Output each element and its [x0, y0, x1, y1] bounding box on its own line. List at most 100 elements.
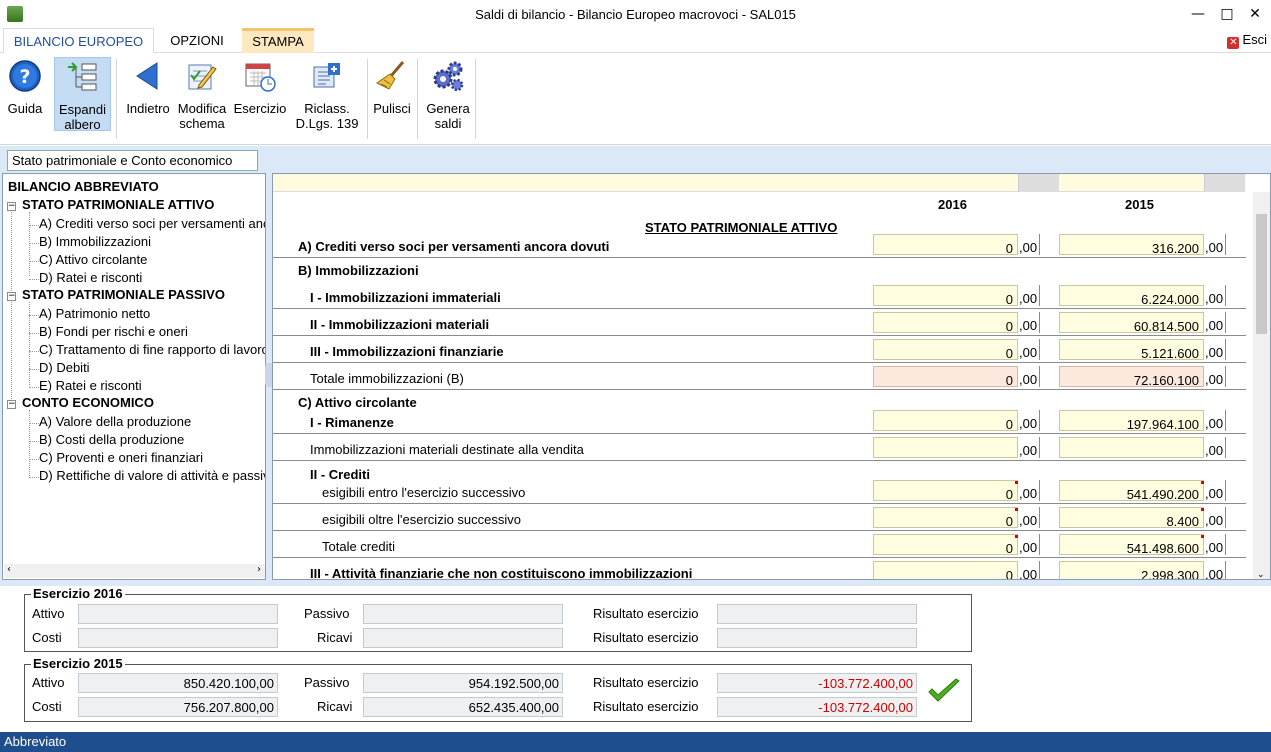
passivo-field: 954.192.500,00	[363, 673, 563, 693]
value-2016-cell[interactable]: 0	[873, 561, 1018, 579]
close-button[interactable]: ✕	[1240, 2, 1270, 26]
costi-label: Costi	[32, 699, 62, 714]
tree-expander[interactable]: −	[7, 400, 16, 409]
year-2016-header: 2016	[938, 197, 967, 212]
passivo-label: Passivo	[304, 606, 350, 621]
value-2015-cell[interactable]: 8.400	[1059, 507, 1204, 529]
row-label: esigibili oltre l'esercizio successivo	[322, 512, 521, 527]
maximize-button[interactable]: □	[1212, 2, 1242, 26]
tree-item[interactable]: D) Rettifiche di valore di attività e pa…	[39, 468, 265, 483]
value-2016-cell[interactable]: 0	[873, 410, 1018, 432]
tree-item[interactable]: A) Crediti verso soci per versamenti anc…	[39, 216, 265, 231]
attivo-label: Attivo	[32, 675, 65, 690]
tree-item[interactable]: C) Proventi e oneri finanziari	[39, 450, 203, 465]
decimal-cell: ,00	[1018, 234, 1040, 255]
tree-root[interactable]: BILANCIO ABBREVIATO	[8, 179, 159, 194]
value-2015-cell[interactable]: 541.490.200	[1059, 480, 1204, 502]
ricavi-field	[363, 628, 563, 648]
broom-icon	[376, 61, 405, 90]
value-2016-cell[interactable]: 0	[873, 480, 1018, 502]
tree-item[interactable]: D) Debiti	[39, 360, 90, 375]
value-2015-cell[interactable]: 2.998.300	[1059, 561, 1204, 579]
decimal-cell: ,00	[1018, 561, 1040, 579]
tree-item[interactable]: B) Costi della produzione	[39, 432, 184, 447]
value-2016-cell[interactable]: 0	[873, 234, 1018, 256]
value-2015-cell[interactable]	[1059, 437, 1204, 458]
tree-expander[interactable]: −	[7, 202, 16, 211]
tab-stampa[interactable]: STAMPA	[242, 28, 314, 53]
value-2015-cell[interactable]: 316.200	[1059, 234, 1204, 256]
pulisci-label: Pulisci	[373, 101, 411, 116]
riclass-button[interactable]: Riclass. D.Lgs. 139	[292, 57, 362, 131]
row-label: II - Crediti	[310, 467, 370, 482]
row-divider	[273, 389, 1246, 390]
value-2015-cell[interactable]: 541.498.600	[1059, 534, 1204, 556]
modifica-schema-button[interactable]: Modifica schema	[175, 57, 229, 131]
indietro-button[interactable]: Indietro	[121, 57, 175, 116]
attivo-label: Attivo	[32, 606, 65, 621]
genera-saldi-button[interactable]: Genera saldi	[423, 57, 473, 131]
tree-group-conto-economico[interactable]: CONTO ECONOMICO	[22, 395, 154, 410]
scroll-left-icon[interactable]: ‹	[7, 564, 11, 575]
tree-expander[interactable]: −	[7, 292, 16, 301]
scrollbar-thumb[interactable]	[1256, 214, 1267, 334]
espandi-albero-button[interactable]: Espandi albero	[54, 57, 111, 132]
row-label: I - Rimanenze	[310, 415, 394, 430]
guida-button[interactable]: ? Guida	[3, 57, 47, 116]
tab-bilancio-europeo[interactable]: BILANCIO EUROPEO	[3, 28, 154, 54]
value-2015-cell[interactable]: 6.224.000	[1059, 285, 1204, 307]
svg-text:?: ?	[19, 66, 30, 88]
value-2016-cell[interactable]: 0	[873, 507, 1018, 529]
tab-stato-patrimoniale[interactable]: Stato patrimoniale e Conto economico	[7, 150, 258, 171]
tree-group-passivo[interactable]: STATO PATRIMONIALE PASSIVO	[22, 287, 225, 302]
tree-item[interactable]: A) Valore della produzione	[39, 414, 191, 429]
tree-item[interactable]: C) Attivo circolante	[39, 252, 147, 267]
value-2015-cell[interactable]: 197.964.100	[1059, 410, 1204, 432]
value-2015-cell[interactable]: 5.121.600	[1059, 339, 1204, 361]
row-label: II - Immobilizzazioni materiali	[310, 317, 490, 332]
row-label: Totale crediti	[322, 539, 395, 554]
row-divider	[273, 460, 1246, 461]
decimal-cell: ,00	[1018, 285, 1040, 306]
balance-grid: 2016 2015 STATO PATRIMONIALE ATTIVO A) C…	[272, 173, 1271, 580]
scroll-down-icon[interactable]: ⌄	[1257, 570, 1265, 579]
value-2016-cell[interactable]: 0	[873, 285, 1018, 307]
decimal-cell: ,00	[1204, 366, 1226, 387]
row-divider	[273, 257, 1246, 258]
decimal-cell: ,00	[1204, 285, 1226, 306]
exit-button[interactable]: ✕ Esci	[1227, 32, 1267, 49]
tab-opzioni[interactable]: OPZIONI	[158, 28, 236, 53]
decimal-cell: ,00	[1204, 312, 1226, 333]
tree-horizontal-scrollbar[interactable]: ‹ ›	[4, 564, 265, 578]
attivo-field	[78, 604, 278, 624]
value-2016-cell[interactable]: 0	[873, 366, 1018, 388]
tree-item[interactable]: B) Fondi per rischi e oneri	[39, 324, 188, 339]
row-label: III - Attività finanziarie che non costi…	[310, 566, 693, 580]
value-2016-cell[interactable]: 0	[873, 312, 1018, 334]
value-2016-cell[interactable]: 0	[873, 534, 1018, 556]
ricavi-label: Ricavi	[317, 630, 353, 645]
note-marker	[1201, 508, 1204, 511]
tree-item[interactable]: E) Ratei e risconti	[39, 378, 142, 393]
pulisci-button[interactable]: Pulisci	[371, 57, 413, 116]
esercizio-button[interactable]: Esercizio	[231, 57, 289, 116]
decimal-cell: ,00	[1204, 410, 1226, 431]
tree-item[interactable]: A) Patrimonio netto	[39, 306, 150, 321]
value-2016-cell[interactable]	[873, 437, 1018, 458]
value-2016-cell[interactable]: 0	[873, 339, 1018, 361]
tree-item[interactable]: D) Ratei e risconti	[39, 270, 142, 285]
tree-group-attivo[interactable]: STATO PATRIMONIALE ATTIVO	[22, 197, 214, 212]
scroll-right-icon[interactable]: ›	[257, 564, 261, 575]
tree-item[interactable]: B) Immobilizzazioni	[39, 234, 151, 249]
passivo-field	[363, 604, 563, 624]
minimize-button[interactable]: —	[1183, 2, 1213, 26]
ribbon-separator	[367, 59, 368, 139]
note-marker	[1015, 508, 1018, 511]
value-2015-cell[interactable]: 72.160.100	[1059, 366, 1204, 388]
value-2015-cell[interactable]: 60.814.500	[1059, 312, 1204, 334]
attivo-field: 850.420.100,00	[78, 673, 278, 693]
espandi-label-2: albero	[64, 117, 101, 132]
tree-item[interactable]: C) Trattamento di fine rapporto di lavor…	[39, 342, 265, 357]
note-marker	[1201, 535, 1204, 538]
grid-vertical-scrollbar[interactable]: ⌄	[1253, 192, 1270, 579]
